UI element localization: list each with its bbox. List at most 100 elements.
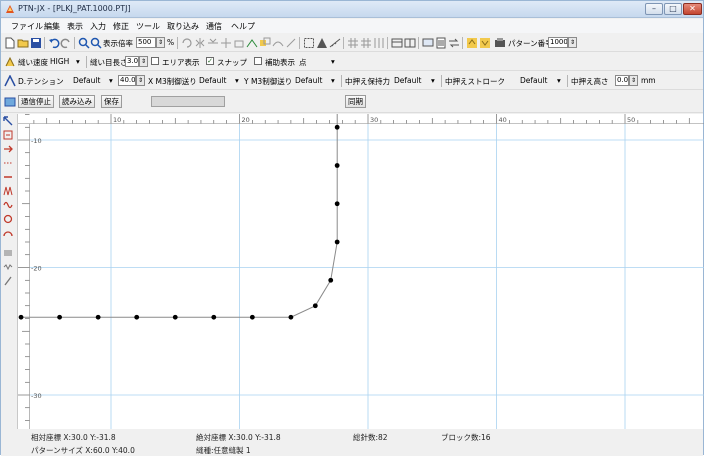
stitch-point[interactable] (57, 314, 62, 320)
stitch-point[interactable] (334, 124, 340, 130)
copy-icon[interactable] (259, 37, 271, 49)
split-icon[interactable] (272, 37, 284, 49)
menu-comm[interactable]: 通信 (206, 21, 222, 32)
stitch-point[interactable] (334, 239, 340, 245)
stitch-length-input[interactable]: 3.0 (125, 56, 139, 67)
point-input-icon[interactable] (3, 130, 13, 140)
curve-icon[interactable] (3, 200, 13, 210)
line-input-icon[interactable] (3, 144, 13, 154)
offset-icon[interactable] (246, 37, 258, 49)
stop-comm-button[interactable]: 通信停止 (18, 95, 54, 108)
zoom-input[interactable]: 500 (136, 37, 156, 48)
open-folder-icon[interactable] (17, 37, 29, 49)
presser-height-input[interactable]: 0.0 (615, 75, 629, 86)
reference-dropdown-icon[interactable]: ▾ (331, 57, 335, 66)
measure-icon[interactable] (329, 37, 341, 49)
pen-icon[interactable] (3, 276, 13, 286)
reference-display-value[interactable]: 点 (299, 57, 307, 68)
presser-force-dropdown-icon[interactable]: ▾ (431, 76, 435, 85)
tension-spinner[interactable]: ⇕ (136, 75, 145, 86)
x-m3-value[interactable]: Default (199, 76, 226, 85)
select-arrow-icon[interactable] (3, 116, 13, 126)
pattern-drawing[interactable]: 10 20 30 40 50 -10 -20 -30 (18, 86, 704, 429)
menu-help[interactable]: ヘルプ (231, 21, 255, 32)
y-m3-value[interactable]: Default (295, 76, 322, 85)
dotted-line-icon[interactable] (3, 158, 13, 168)
stitch-point[interactable] (334, 201, 340, 207)
upload-icon[interactable] (466, 37, 478, 49)
snap-checkbox[interactable]: ✓ (206, 57, 214, 65)
save-button[interactable]: 保存 (101, 95, 122, 108)
tension-number-input[interactable]: 40.0 (118, 75, 136, 86)
stitch-point[interactable] (249, 314, 255, 320)
presser-stroke-dropdown-icon[interactable]: ▾ (557, 76, 561, 85)
zoom-out-icon[interactable] (90, 37, 102, 49)
triangle-icon[interactable] (316, 37, 328, 49)
x-m3-dropdown-icon[interactable]: ▾ (235, 76, 239, 85)
arc-icon[interactable] (3, 228, 13, 238)
transfer-icon[interactable] (448, 37, 460, 49)
straight-line-icon[interactable] (3, 172, 13, 182)
menu-import[interactable]: 取り込み (167, 21, 199, 32)
menu-file[interactable]: ファイル (11, 21, 43, 32)
stitch-point[interactable] (18, 314, 24, 320)
stitch-point[interactable] (211, 314, 217, 320)
redo-icon[interactable] (60, 37, 72, 49)
grid-snap-icon[interactable] (360, 37, 372, 49)
stitch-point[interactable] (328, 277, 334, 283)
menu-input[interactable]: 入力 (90, 21, 106, 32)
circle-icon[interactable] (3, 214, 13, 224)
menu-edit[interactable]: 編集 (44, 21, 60, 32)
tension-value[interactable]: Default (73, 76, 100, 85)
scale-icon[interactable] (233, 37, 245, 49)
mirror-icon[interactable] (194, 37, 206, 49)
table-icon[interactable] (391, 37, 403, 49)
stitch-point[interactable] (334, 163, 340, 168)
zoom-in-icon[interactable] (78, 37, 90, 49)
stitch-point[interactable] (134, 314, 140, 320)
table-alt-icon[interactable] (404, 37, 416, 49)
download-icon[interactable] (479, 37, 491, 49)
menu-view[interactable]: 表示 (67, 21, 83, 32)
stitch-point[interactable] (288, 314, 294, 320)
zoom-spinner[interactable]: ⇕ (156, 37, 165, 48)
close-button[interactable]: ✕ (683, 3, 702, 15)
menu-modify[interactable]: 修正 (113, 21, 129, 32)
presser-height-spinner[interactable]: ⇕ (629, 75, 638, 86)
select-area-icon[interactable] (303, 37, 315, 49)
pattern-canvas[interactable]: 10 20 30 40 50 -10 -20 -30 (17, 86, 704, 429)
undo-icon[interactable] (48, 37, 60, 49)
new-file-icon[interactable] (4, 37, 16, 49)
rotate-icon[interactable] (181, 37, 193, 49)
monitor-icon[interactable] (422, 37, 434, 49)
save-icon[interactable] (30, 37, 42, 49)
speed-value[interactable]: HIGH (50, 57, 69, 66)
tension-dropdown-icon[interactable]: ▾ (109, 76, 113, 85)
pattern-number-input[interactable]: 1000 (548, 37, 568, 48)
zigzag-icon[interactable] (3, 248, 13, 258)
presser-stroke-value[interactable]: Default (520, 76, 547, 85)
wave-icon[interactable] (3, 262, 13, 272)
speed-dropdown-icon[interactable]: ▾ (76, 57, 80, 66)
stitch-length-spinner[interactable]: ⇕ (139, 56, 148, 67)
maximize-button[interactable]: □ (664, 3, 682, 15)
join-icon[interactable] (285, 37, 297, 49)
pattern-icon[interactable] (494, 37, 506, 49)
minimize-button[interactable]: – (645, 3, 663, 15)
reference-display-checkbox[interactable] (254, 57, 262, 65)
presser-force-value[interactable]: Default (394, 76, 421, 85)
load-button[interactable]: 読み込み (59, 95, 95, 108)
stitch-point[interactable] (312, 303, 318, 309)
list-icon[interactable] (435, 37, 447, 49)
menu-tools[interactable]: ツール (136, 21, 160, 32)
flip-icon[interactable] (207, 37, 219, 49)
move-icon[interactable] (220, 37, 232, 49)
y-m3-dropdown-icon[interactable]: ▾ (331, 76, 335, 85)
columns-icon[interactable] (373, 37, 385, 49)
area-display-checkbox[interactable] (151, 57, 159, 65)
polyline-icon[interactable] (3, 186, 13, 196)
pattern-number-spinner[interactable]: ⇕ (568, 37, 577, 48)
sync-button[interactable]: 同期 (345, 95, 366, 108)
stitch-point[interactable] (95, 314, 101, 320)
stitch-point[interactable] (172, 314, 178, 320)
